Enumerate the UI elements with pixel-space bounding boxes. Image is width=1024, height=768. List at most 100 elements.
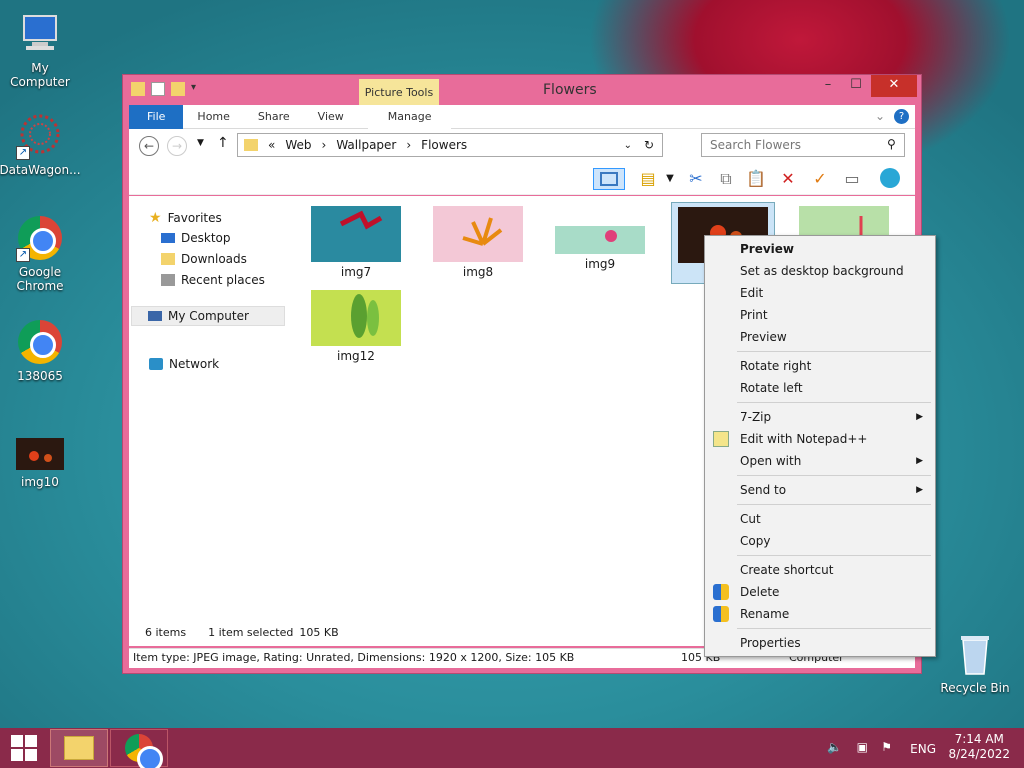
menu-item-rotate-left[interactable]: Rotate left — [707, 377, 933, 399]
nav-desktop[interactable]: Desktop — [161, 231, 231, 245]
minimize-button[interactable]: – — [815, 75, 841, 97]
search-input[interactable]: Search Flowers — [701, 133, 905, 157]
chevron-down-icon[interactable]: ⌄ — [875, 109, 885, 123]
checkmark-icon[interactable]: ✓ — [809, 168, 831, 190]
desktop-icon-datawagon[interactable]: ↗ DataWagon... — [0, 112, 81, 177]
copy-icon[interactable]: ⧉ — [715, 168, 737, 190]
chevron-down-icon[interactable]: ▾ — [191, 82, 205, 96]
menu-separator — [737, 504, 931, 505]
nav-downloads[interactable]: Downloads — [161, 252, 247, 266]
help-icon[interactable]: ? — [894, 109, 909, 124]
desktop-icon-google-chrome[interactable]: ↗ Google Chrome — [0, 214, 80, 293]
refresh-icon[interactable]: ↻ — [644, 138, 654, 152]
menu-item-properties[interactable]: Properties — [707, 632, 933, 654]
clock-time: 7:14 AM — [954, 732, 1004, 746]
context-menu: Preview Set as desktop background Edit P… — [704, 235, 936, 657]
chrome-icon: ↗ — [16, 214, 64, 262]
address-bar[interactable]: « Web › Wallpaper › Flowers ⌄ ↻ — [237, 133, 663, 157]
menu-item-copy[interactable]: Copy — [707, 530, 933, 552]
system-tray: 🔈 ▣ ⚑ ENG 7:14 AM 8/24/2022 — [827, 732, 1010, 762]
tab-manage[interactable]: Manage — [367, 104, 452, 129]
file-name: img9 — [584, 257, 616, 271]
title-bar[interactable]: ▾ Picture Tools Flowers – ☐ ✕ — [123, 75, 921, 105]
preview-pane-icon[interactable] — [593, 168, 625, 190]
submenu-arrow-icon: ▶ — [916, 456, 923, 466]
start-button[interactable] — [0, 728, 48, 768]
image-thumbnail — [311, 206, 401, 262]
menu-label: Delete — [740, 585, 780, 599]
nav-favorites[interactable]: ★ Favorites — [149, 210, 222, 226]
nav-my-computer[interactable]: My Computer — [131, 306, 285, 326]
cut-icon[interactable]: ✂ — [685, 168, 707, 190]
speaker-muted-icon[interactable]: 🔈 — [827, 740, 842, 755]
menu-item-preview-2[interactable]: Preview — [707, 326, 933, 348]
nav-recent-places[interactable]: Recent places — [161, 273, 265, 287]
menu-item-7zip[interactable]: 7-Zip ▶ — [707, 406, 933, 428]
chevron-down-icon[interactable]: ⌄ — [624, 140, 632, 151]
chevron-down-icon[interactable]: ▼ — [659, 168, 681, 190]
menu-item-set-desktop-background[interactable]: Set as desktop background — [707, 260, 933, 282]
folder-icon[interactable] — [131, 82, 145, 96]
menu-item-delete[interactable]: Delete — [707, 581, 933, 603]
menu-item-rotate-right[interactable]: Rotate right — [707, 355, 933, 377]
nav-network[interactable]: Network — [149, 357, 219, 371]
network-icon — [149, 358, 163, 370]
rename-icon[interactable]: ▭ — [841, 168, 863, 190]
file-thumbnail[interactable]: img9 — [553, 226, 647, 271]
taskbar: 🔈 ▣ ⚑ ENG 7:14 AM 8/24/2022 — [0, 728, 1024, 768]
address-row: ← → ▼ ↑ « Web › Wallpaper › Flowers ⌄ ↻ … — [129, 129, 915, 163]
menu-item-edit[interactable]: Edit — [707, 282, 933, 304]
back-button[interactable]: ← — [139, 136, 159, 156]
tab-file[interactable]: File — [129, 104, 184, 129]
network-icon[interactable]: ▣ — [857, 740, 868, 755]
taskbar-file-explorer[interactable] — [50, 729, 108, 767]
menu-item-print[interactable]: Print — [707, 304, 933, 326]
breadcrumb-wallpaper[interactable]: Wallpaper — [336, 138, 396, 152]
windows-logo-icon — [11, 735, 37, 761]
menu-separator — [737, 475, 931, 476]
desktop-icon-img10[interactable]: img10 — [0, 434, 80, 489]
clock-date: 8/24/2022 — [948, 747, 1010, 761]
menu-item-open-with[interactable]: Open with ▶ — [707, 450, 933, 472]
desktop-icon-my-computer[interactable]: My Computer — [0, 10, 80, 89]
menu-item-rename[interactable]: Rename — [707, 603, 933, 625]
new-folder-icon[interactable] — [171, 82, 185, 96]
breadcrumb-flowers[interactable]: Flowers — [421, 138, 467, 152]
desktop-icon-138065[interactable]: 138065 — [0, 318, 80, 383]
tab-share[interactable]: Share — [244, 105, 304, 129]
menu-label: Edit with Notepad++ — [740, 432, 868, 446]
nav-label: Downloads — [181, 252, 247, 266]
delete-icon[interactable]: ✕ — [777, 168, 799, 190]
up-arrow-icon[interactable]: ↑ — [217, 135, 229, 151]
menu-item-send-to[interactable]: Send to ▶ — [707, 479, 933, 501]
desktop-icon-recycle-bin[interactable]: Recycle Bin — [935, 630, 1015, 695]
clock[interactable]: 7:14 AM 8/24/2022 — [948, 732, 1010, 762]
breadcrumb-web[interactable]: Web — [285, 138, 311, 152]
menu-item-create-shortcut[interactable]: Create shortcut — [707, 559, 933, 581]
close-button[interactable]: ✕ — [871, 75, 917, 97]
file-thumbnail[interactable]: img12 — [309, 290, 403, 363]
file-thumbnail[interactable]: img7 — [309, 206, 403, 279]
maximize-button[interactable]: ☐ — [843, 75, 869, 97]
search-icon[interactable]: ⚲ — [887, 137, 896, 151]
action-center-icon[interactable]: ⚑ — [881, 740, 892, 755]
breadcrumb-overflow[interactable]: « — [268, 138, 275, 152]
image-thumbnail — [799, 206, 889, 236]
menu-item-cut[interactable]: Cut — [707, 508, 933, 530]
language-indicator[interactable]: ENG — [910, 742, 936, 757]
paste-icon[interactable]: 📋 — [745, 168, 767, 190]
chevron-down-icon[interactable]: ▼ — [197, 138, 204, 148]
properties-icon[interactable] — [151, 82, 165, 96]
shell-icon[interactable] — [879, 168, 901, 190]
forward-button[interactable]: → — [167, 136, 187, 156]
menu-item-preview[interactable]: Preview — [707, 238, 933, 260]
taskbar-chrome[interactable] — [110, 729, 168, 768]
file-name: img12 — [337, 349, 375, 363]
tab-home[interactable]: Home — [183, 105, 243, 129]
folder-icon — [64, 736, 94, 760]
menu-item-edit-notepadpp[interactable]: Edit with Notepad++ — [707, 428, 933, 450]
tab-view[interactable]: View — [304, 105, 358, 129]
file-thumbnail[interactable]: img8 — [431, 206, 525, 279]
checklist-icon[interactable]: ▤ — [637, 168, 659, 190]
desktop-icon-label: DataWagon... — [0, 163, 81, 177]
